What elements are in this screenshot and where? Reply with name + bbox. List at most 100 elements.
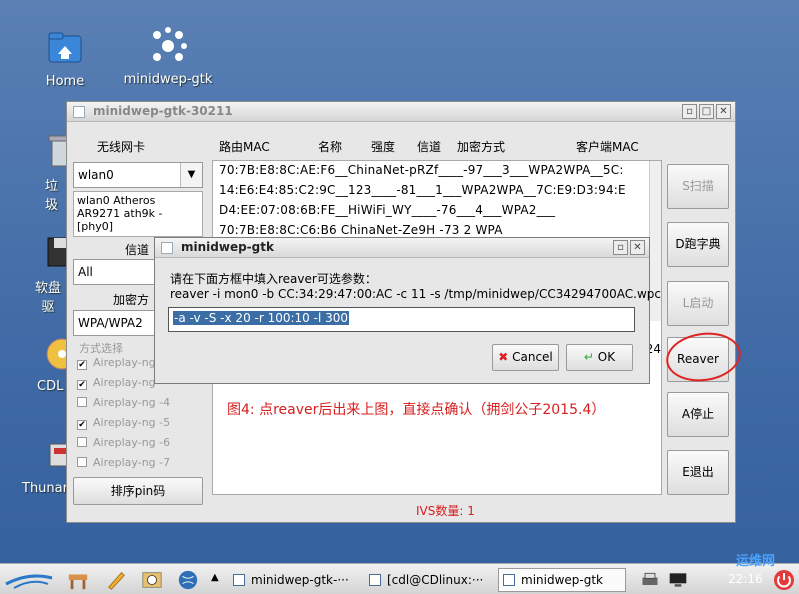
image-viewer-icon[interactable]: [140, 569, 164, 591]
mode-checkbox-3[interactable]: Aireplay-ng -4: [77, 396, 170, 412]
window-icon: [233, 574, 245, 586]
network-icon[interactable]: [667, 570, 689, 590]
window-icon: [503, 574, 515, 586]
ok-label: OK: [597, 350, 616, 364]
sort-pin-label: 排序pin码: [110, 484, 166, 498]
checkbox-box: ✔: [77, 420, 87, 430]
header-client-mac: 客户端MAC: [576, 140, 639, 154]
close-button[interactable]: ✕: [716, 104, 731, 119]
checkbox-box: [77, 397, 87, 407]
start-label: L启动: [682, 296, 714, 310]
main-window-title: minidwep-gtk-30211: [93, 104, 233, 118]
home-folder-icon: [48, 32, 82, 63]
dialog-prompt: 请在下面方框中填入reaver可选参数：: [170, 272, 377, 286]
sort-pin-button[interactable]: 排序pin码: [73, 477, 203, 505]
start-button[interactable]: L启动: [667, 281, 729, 326]
exit-button[interactable]: E退出: [667, 450, 729, 495]
power-icon[interactable]: [772, 568, 796, 592]
output-line: 14:E6:E4:85:C2:9C__123____-81___1___WPA2…: [219, 183, 626, 197]
ok-button[interactable]: ↵ OK: [566, 344, 633, 371]
desktop-icon-minidwep[interactable]: minidwep-gtk: [118, 26, 218, 87]
channel-label: 信道: [125, 243, 150, 257]
header-wireless-card: 无线网卡: [97, 140, 146, 154]
editor-icon[interactable]: [105, 569, 127, 591]
checkbox-box: [77, 457, 87, 467]
mode-checkbox-2[interactable]: ✔ Aireplay-ng: [77, 376, 156, 392]
mode-checkbox-1[interactable]: ✔ Aireplay-ng: [77, 356, 156, 372]
desktop-icon-label: 垃圾: [45, 179, 59, 213]
minidwep-icon: [153, 27, 187, 61]
ivs-status: IVS数量: 1: [416, 504, 475, 518]
wireless-card-select[interactable]: wlan0 ▼: [73, 162, 203, 188]
desktop-icon-label: CDL: [37, 379, 64, 394]
task-minidwep-main[interactable]: minidwep-gtk-···: [228, 568, 356, 592]
reaver-params-input[interactable]: -a -v -S -x 20 -r 100:10 -l 300: [168, 307, 635, 332]
main-window-titlebar[interactable]: minidwep-gtk-30211 ▫ □ ✕: [67, 102, 735, 122]
desktop-icon-thunar[interactable]: Thunar: [0, 436, 75, 496]
start-menu-icon[interactable]: [4, 568, 54, 592]
checkbox-box: ✔: [77, 380, 87, 390]
desktop-icon-floppy[interactable]: 软盘驱: [0, 232, 77, 315]
task-terminal[interactable]: [cdl@CDlinux:···: [364, 568, 492, 592]
header-channel: 信道: [417, 140, 442, 154]
stop-button[interactable]: A停止: [667, 392, 729, 437]
output-line: 70:7B:E8:8C:C6:B6 ChinaNet-Ze9H -73 2 WP…: [219, 223, 503, 237]
dictionary-label: D跑字典: [675, 237, 721, 251]
header-encryption: 加密方式: [457, 140, 506, 154]
dialog-minimize-button[interactable]: ▫: [613, 240, 628, 255]
taskbar: ▲ minidwep-gtk-··· [cdl@CDlinux:··· mini…: [0, 554, 799, 594]
terminal-icon: [369, 574, 381, 586]
clock[interactable]: 22:16: [728, 568, 763, 590]
mode-checkbox-4[interactable]: ✔ Aireplay-ng -5: [77, 416, 170, 432]
cancel-label: Cancel: [512, 350, 553, 364]
output-line: D4:EE:07:08:6B:FE__HiWiFi_WY____-76___4_…: [219, 203, 556, 217]
maximize-button[interactable]: □: [699, 104, 714, 119]
card-info-box: wlan0 Atheros AR9271 ath9k - [phy0]: [73, 191, 203, 237]
dialog-command: reaver -i mon0 -b CC:34:29:47:00:AC -c 1…: [170, 287, 662, 301]
header-router-mac: 路由MAC: [219, 140, 270, 154]
reaver-params-dialog: minidwep-gtk ▫ ✕ 请在下面方框中填入reaver可选参数： re…: [154, 237, 661, 384]
desktop-icon-trash[interactable]: 垃圾: [0, 130, 76, 213]
header-strength: 强度: [371, 140, 396, 154]
task-label: minidwep-gtk-···: [251, 573, 349, 587]
card-info-line: [phy0]: [77, 220, 114, 233]
mode-checkbox-6[interactable]: Aireplay-ng -7: [77, 456, 170, 472]
dialog-icon: [161, 242, 173, 254]
output-line: 70:7B:E8:8C:AE:F6__ChinaNet-pRZf____-97_…: [219, 163, 624, 177]
header-name: 名称: [318, 140, 343, 154]
mode-group-label: 方式选择: [79, 342, 123, 355]
cancel-icon: ✖: [498, 350, 509, 364]
task-minidwep-dialog[interactable]: minidwep-gtk: [498, 568, 626, 592]
annotation-text: 图4: 点reaver后出来上图，直接点确认（拥剑公子2015.4）: [227, 402, 606, 418]
encryption-value: WPA/WPA2: [78, 316, 143, 330]
stop-label: A停止: [681, 407, 715, 421]
task-label: [cdl@CDlinux:···: [387, 573, 484, 587]
desktop-icon-cd[interactable]: CDL: [0, 334, 78, 394]
card-info-line: wlan0 Atheros: [77, 194, 156, 207]
dictionary-button[interactable]: D跑字典: [667, 222, 729, 267]
browser-icon[interactable]: [176, 569, 200, 591]
desktop-icon[interactable]: [66, 569, 90, 591]
checkbox-box: [77, 437, 87, 447]
desktop-icon-label: Thunar: [22, 481, 68, 496]
dialog-titlebar[interactable]: minidwep-gtk ▫ ✕: [155, 238, 649, 258]
scan-button[interactable]: S扫描: [667, 164, 729, 209]
chevron-up-icon[interactable]: ▲: [211, 572, 219, 583]
channel-select[interactable]: All: [73, 259, 163, 285]
minimize-button[interactable]: ▫: [682, 104, 697, 119]
desktop-icon-label: 软盘驱: [34, 281, 61, 315]
watermark: 运维网: [736, 554, 776, 569]
dialog-close-button[interactable]: ✕: [630, 240, 645, 255]
printer-icon[interactable]: [640, 570, 660, 590]
desktop-icon-label: Home: [45, 74, 85, 89]
mode-checkbox-5[interactable]: Aireplay-ng -6: [77, 436, 170, 452]
checkbox-label: Aireplay-ng: [93, 356, 156, 369]
chevron-down-icon: ▼: [180, 163, 202, 187]
channel-value: All: [78, 265, 93, 279]
cancel-button[interactable]: ✖ Cancel: [492, 344, 559, 371]
exit-label: E退出: [682, 465, 714, 479]
reaver-params-value: -a -v -S -x 20 -r 100:10 -l 300: [173, 311, 350, 325]
encryption-select[interactable]: WPA/WPA2: [73, 310, 163, 336]
desktop-icon-home[interactable]: Home: [15, 28, 115, 89]
checkbox-box: ✔: [77, 360, 87, 370]
